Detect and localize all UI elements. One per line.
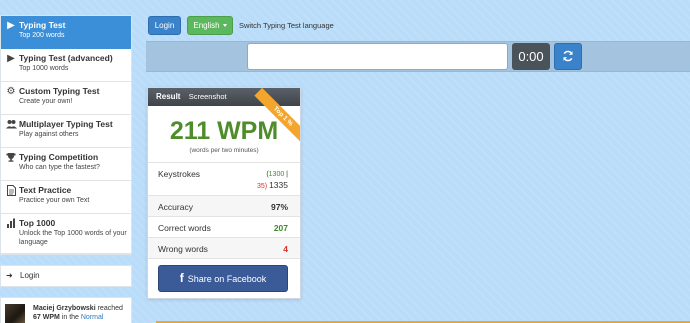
keystrokes-detail: (1300 | 35) 1335 <box>256 171 288 190</box>
accuracy-row: Accuracy 97% <box>148 196 300 217</box>
wpm-value: 211 WPM <box>169 117 279 145</box>
sidebar-item-subtitle: Practice your own Text <box>19 197 90 204</box>
sidebar-item-top-1000[interactable]: Top 1000 Unlock the Top 1000 words of yo… <box>1 214 131 254</box>
activity-wpm: 67 WPM <box>33 314 60 321</box>
activity-in-the: in the <box>61 314 79 321</box>
refresh-icon <box>563 50 573 62</box>
share-facebook-button[interactable]: f Share on Facebook <box>158 265 288 292</box>
typing-input[interactable] <box>247 43 508 70</box>
wrong-words-row: Wrong words 4 <box>148 238 300 259</box>
correct-words-row: Correct words 207 <box>148 217 300 238</box>
tab-screenshot[interactable]: Screenshot <box>189 92 227 101</box>
caret-down-icon <box>222 24 227 28</box>
sidebar-item-title: Typing Test (advanced) <box>19 53 113 63</box>
share-facebook-label: Share on Facebook <box>187 274 267 284</box>
switch-language-text: Switch Typing Test language <box>239 21 334 30</box>
trophy-icon <box>5 152 17 164</box>
sidebar-item-title: Top 1000 <box>19 218 56 228</box>
sign-in-icon: ➜ <box>6 271 13 280</box>
facebook-icon: f <box>179 271 184 285</box>
keystrokes-label: Keystrokes <box>158 169 201 179</box>
correct-words-label: Correct words <box>158 223 211 233</box>
sidebar-item-multiplayer[interactable]: Multiplayer Typing Test Play against oth… <box>1 115 131 148</box>
sidebar-item-title: Multiplayer Typing Test <box>19 119 113 129</box>
bar-chart-icon <box>5 218 17 230</box>
language-dropdown[interactable]: English <box>187 16 233 35</box>
play-icon: ▶ <box>7 53 15 64</box>
keystrokes-correct: 1300 <box>268 171 285 178</box>
avatar <box>5 304 25 323</box>
keystrokes-total: 1335 <box>269 180 288 190</box>
result-panel: Result Screenshot Top 1 % 211 WPM (words… <box>147 87 301 299</box>
sidebar-login[interactable]: ➜ Login <box>0 265 132 287</box>
sidebar-item-subtitle: Top 200 words <box>19 32 65 39</box>
play-icon: ▶ <box>7 20 15 31</box>
reload-button[interactable] <box>554 43 582 70</box>
activity-user-name[interactable]: Maciej Grzybowski <box>33 305 96 312</box>
sidebar-login-label: Login <box>20 271 40 280</box>
activity-text: Maciej Grzybowski reached 67 WPM in the … <box>33 304 127 322</box>
correct-words-value: 207 <box>273 223 288 233</box>
wrong-words-label: Wrong words <box>158 244 208 254</box>
sidebar-nav: ▶ Typing Test Top 200 words ▶ Typing Tes… <box>0 15 132 255</box>
sidebar-item-title: Typing Test <box>19 20 66 30</box>
users-icon <box>5 119 17 131</box>
activity-feed-item: Maciej Grzybowski reached 67 WPM in the … <box>0 297 132 323</box>
sidebar-item-subtitle: Play against others <box>19 131 79 138</box>
activity-mode-link[interactable]: Normal <box>81 314 104 321</box>
sidebar-item-subtitle: Create your own! <box>19 98 73 105</box>
accuracy-label: Accuracy <box>158 202 193 212</box>
accuracy-value: 97% <box>270 202 288 212</box>
sidebar-item-title: Custom Typing Test <box>19 86 100 96</box>
sidebar-item-custom-typing-test[interactable]: ⚙ Custom Typing Test Create your own! <box>1 82 131 115</box>
language-label: English <box>193 21 220 30</box>
keystrokes-row: Keystrokes (1300 | 35) 1335 <box>148 163 300 196</box>
keystrokes-wrong: 35 <box>256 183 265 190</box>
login-button[interactable]: Login <box>148 16 181 35</box>
wrong-words-value: 4 <box>283 244 288 254</box>
activity-reached: reached <box>97 305 123 312</box>
timer: 0:00 <box>512 43 550 70</box>
tab-result[interactable]: Result <box>156 92 180 101</box>
sidebar-item-subtitle: Who can type the fastest? <box>19 164 100 171</box>
sidebar-item-typing-test-advanced[interactable]: ▶ Typing Test (advanced) Top 1000 words <box>1 49 131 82</box>
sidebar-item-subtitle: Unlock the Top 1000 words of your langua… <box>19 230 127 246</box>
sidebar-item-subtitle: Top 1000 words <box>19 65 69 72</box>
sidebar-item-typing-test[interactable]: ▶ Typing Test Top 200 words <box>1 16 131 49</box>
file-icon <box>5 185 17 197</box>
sidebar-item-title: Typing Competition <box>19 152 99 162</box>
sidebar-item-title: Text Practice <box>19 185 72 195</box>
wpm-subtitle: (words per two minutes) <box>189 147 259 154</box>
sidebar-item-text-practice[interactable]: Text Practice Practice your own Text <box>1 181 131 214</box>
gears-icon: ⚙ <box>6 86 16 97</box>
sidebar-item-competition[interactable]: Typing Competition Who can type the fast… <box>1 148 131 181</box>
